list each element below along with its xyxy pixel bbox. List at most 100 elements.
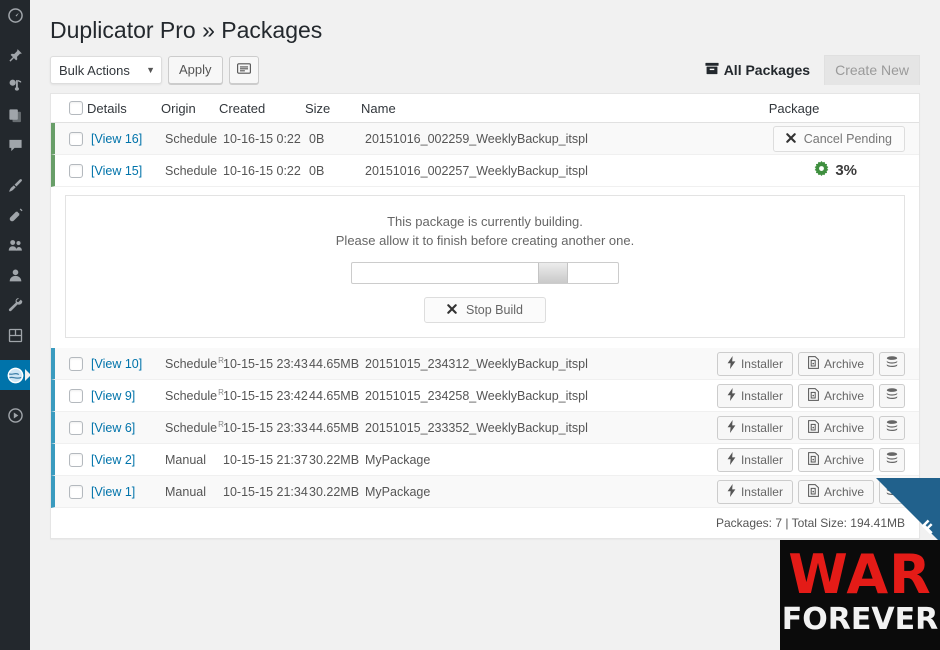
row-name: 20151016_002259_WeeklyBackup_itspl <box>365 131 588 146</box>
installer-label: Installer <box>740 452 783 467</box>
row-checkbox[interactable] <box>69 452 83 467</box>
archive-button[interactable]: Archive <box>797 383 874 408</box>
database-button[interactable] <box>879 415 905 440</box>
row-checkbox[interactable] <box>69 420 83 435</box>
installer-label: Installer <box>740 356 783 371</box>
table-row[interactable]: [View 16] Schedule 10-16-15 0:22 0B 2015… <box>51 123 919 155</box>
installer-label: Installer <box>740 484 783 499</box>
sidebar-divider <box>0 30 30 40</box>
row-origin: ScheduleR <box>165 420 224 436</box>
sidebar-item-appearance[interactable] <box>0 170 30 200</box>
row-checkbox[interactable] <box>69 356 83 371</box>
tab-all-packages[interactable]: All Packages <box>695 56 820 85</box>
table-row[interactable]: [View 15] Schedule 10-16-15 0:22 0B 2015… <box>51 155 919 187</box>
apply-button[interactable]: Apply <box>168 56 223 84</box>
sidebar-item-collapse-menu[interactable] <box>0 400 30 430</box>
sidebar-item-dashboard[interactable] <box>0 0 30 30</box>
sidebar-item-posts[interactable] <box>0 40 30 70</box>
view-tabs: All Packages Create New <box>695 55 920 85</box>
table-header-row: Details Origin Created Size Name Package <box>51 94 919 123</box>
row-size: 30.22MB <box>309 484 360 499</box>
view-package-link[interactable]: [View 6] <box>91 421 135 435</box>
sidebar-item-duplicator-pro[interactable] <box>0 360 31 390</box>
column-header-created: Created <box>219 100 266 116</box>
view-package-link[interactable]: [View 9] <box>91 389 135 403</box>
sidebar-item-pages[interactable] <box>0 100 30 130</box>
watermark-line2: FOREVER <box>781 602 939 637</box>
column-header-name: Name <box>361 100 396 116</box>
archive-button[interactable]: Archive <box>797 447 874 472</box>
installer-label: Installer <box>740 420 783 435</box>
installer-button[interactable]: Installer <box>716 415 793 440</box>
tab-create-new[interactable]: Create New <box>824 55 920 85</box>
row-package-actions: Installer Archive <box>669 351 919 376</box>
database-button[interactable] <box>879 383 905 408</box>
view-package-link[interactable]: [View 10] <box>91 357 142 371</box>
table-row[interactable]: [View 2] Manual 10-15-15 21:37 30.22MB M… <box>51 444 919 476</box>
packages-page: Duplicator Pro » Packages Bulk Actions ▼… <box>30 0 940 539</box>
archive-button[interactable]: Archive <box>797 415 874 440</box>
x-icon <box>447 303 457 317</box>
row-checkbox[interactable] <box>69 388 83 403</box>
sidebar-divider <box>0 390 30 400</box>
row-name: MyPackage <box>365 484 431 499</box>
table-row[interactable]: [View 10] ScheduleR 10-15-15 23:43 44.65… <box>51 348 919 380</box>
installer-button[interactable]: Installer <box>716 351 793 376</box>
archive-button[interactable]: Archive <box>797 351 874 376</box>
row-size: 30.22MB <box>309 452 360 467</box>
row-origin-label: Schedule <box>165 421 218 436</box>
installer-button[interactable]: Installer <box>716 479 793 504</box>
list-view-toggle-button[interactable] <box>228 56 259 84</box>
sidebar-item-tools[interactable] <box>0 290 30 320</box>
installer-button[interactable]: Installer <box>716 447 793 472</box>
row-name: 20151015_233352_WeeklyBackup_itspl <box>365 420 588 435</box>
row-checkbox[interactable] <box>69 163 83 178</box>
archive-label: Archive <box>823 356 864 371</box>
row-package-actions: Installer Archive <box>669 447 919 472</box>
row-origin: ScheduleR <box>165 356 224 371</box>
database-button[interactable] <box>879 447 905 472</box>
sidebar-divider <box>0 350 30 360</box>
select-all-checkbox[interactable] <box>69 101 83 115</box>
database-button[interactable] <box>879 351 905 376</box>
row-origin: Manual <box>165 452 223 467</box>
bulk-actions-label: Bulk Actions <box>59 62 130 78</box>
row-package-actions: Installer Archive <box>669 415 919 440</box>
bolt-icon <box>727 355 736 372</box>
view-package-link[interactable]: [View 16] <box>91 132 142 146</box>
view-package-link[interactable]: [View 15] <box>91 164 142 178</box>
sidebar-item-users[interactable] <box>0 230 30 260</box>
row-details: [View 10] <box>91 357 165 371</box>
stop-build-button[interactable]: Stop Build <box>424 297 546 323</box>
sidebar-item-settings[interactable] <box>0 320 30 350</box>
sidebar-item-comments[interactable] <box>0 130 30 160</box>
table-row[interactable]: [View 6] ScheduleR 10-15-15 23:33 44.65M… <box>51 412 919 444</box>
row-checkbox[interactable] <box>69 484 83 499</box>
installer-button[interactable]: Installer <box>716 383 793 408</box>
file-zip-icon <box>808 387 819 404</box>
row-checkbox[interactable] <box>69 131 83 146</box>
cancel-pending-button[interactable]: Cancel Pending <box>772 125 905 152</box>
sidebar-item-media[interactable] <box>0 70 30 100</box>
wp-admin-sidebar <box>0 0 31 650</box>
row-name: 20151015_234312_WeeklyBackup_itspl <box>365 356 588 371</box>
archive-box-icon <box>705 62 719 78</box>
table-row[interactable]: [View 1] Manual 10-15-15 21:34 30.22MB M… <box>51 476 919 508</box>
database-icon <box>886 387 898 404</box>
bulk-actions-select[interactable]: Bulk Actions ▼ <box>50 56 162 84</box>
row-select-cell <box>55 131 91 146</box>
comment-icon <box>8 138 23 153</box>
column-header-details: Details <box>87 100 127 116</box>
sidebar-item-profile[interactable] <box>0 260 30 290</box>
archive-button[interactable]: Archive <box>797 479 874 504</box>
row-created: 10-15-15 23:43 <box>223 356 308 371</box>
row-created: 10-15-15 23:33 <box>223 420 308 435</box>
row-name: 20151015_234258_WeeklyBackup_itspl <box>365 388 588 403</box>
file-zip-icon <box>808 451 819 468</box>
view-package-link[interactable]: [View 1] <box>91 485 135 499</box>
sidebar-item-plugins[interactable] <box>0 200 30 230</box>
table-row[interactable]: [View 9] ScheduleR 10-15-15 23:42 44.65M… <box>51 380 919 412</box>
view-package-link[interactable]: [View 2] <box>91 453 135 467</box>
column-header-size: Size <box>305 100 331 116</box>
row-origin-label: Schedule <box>165 389 218 404</box>
